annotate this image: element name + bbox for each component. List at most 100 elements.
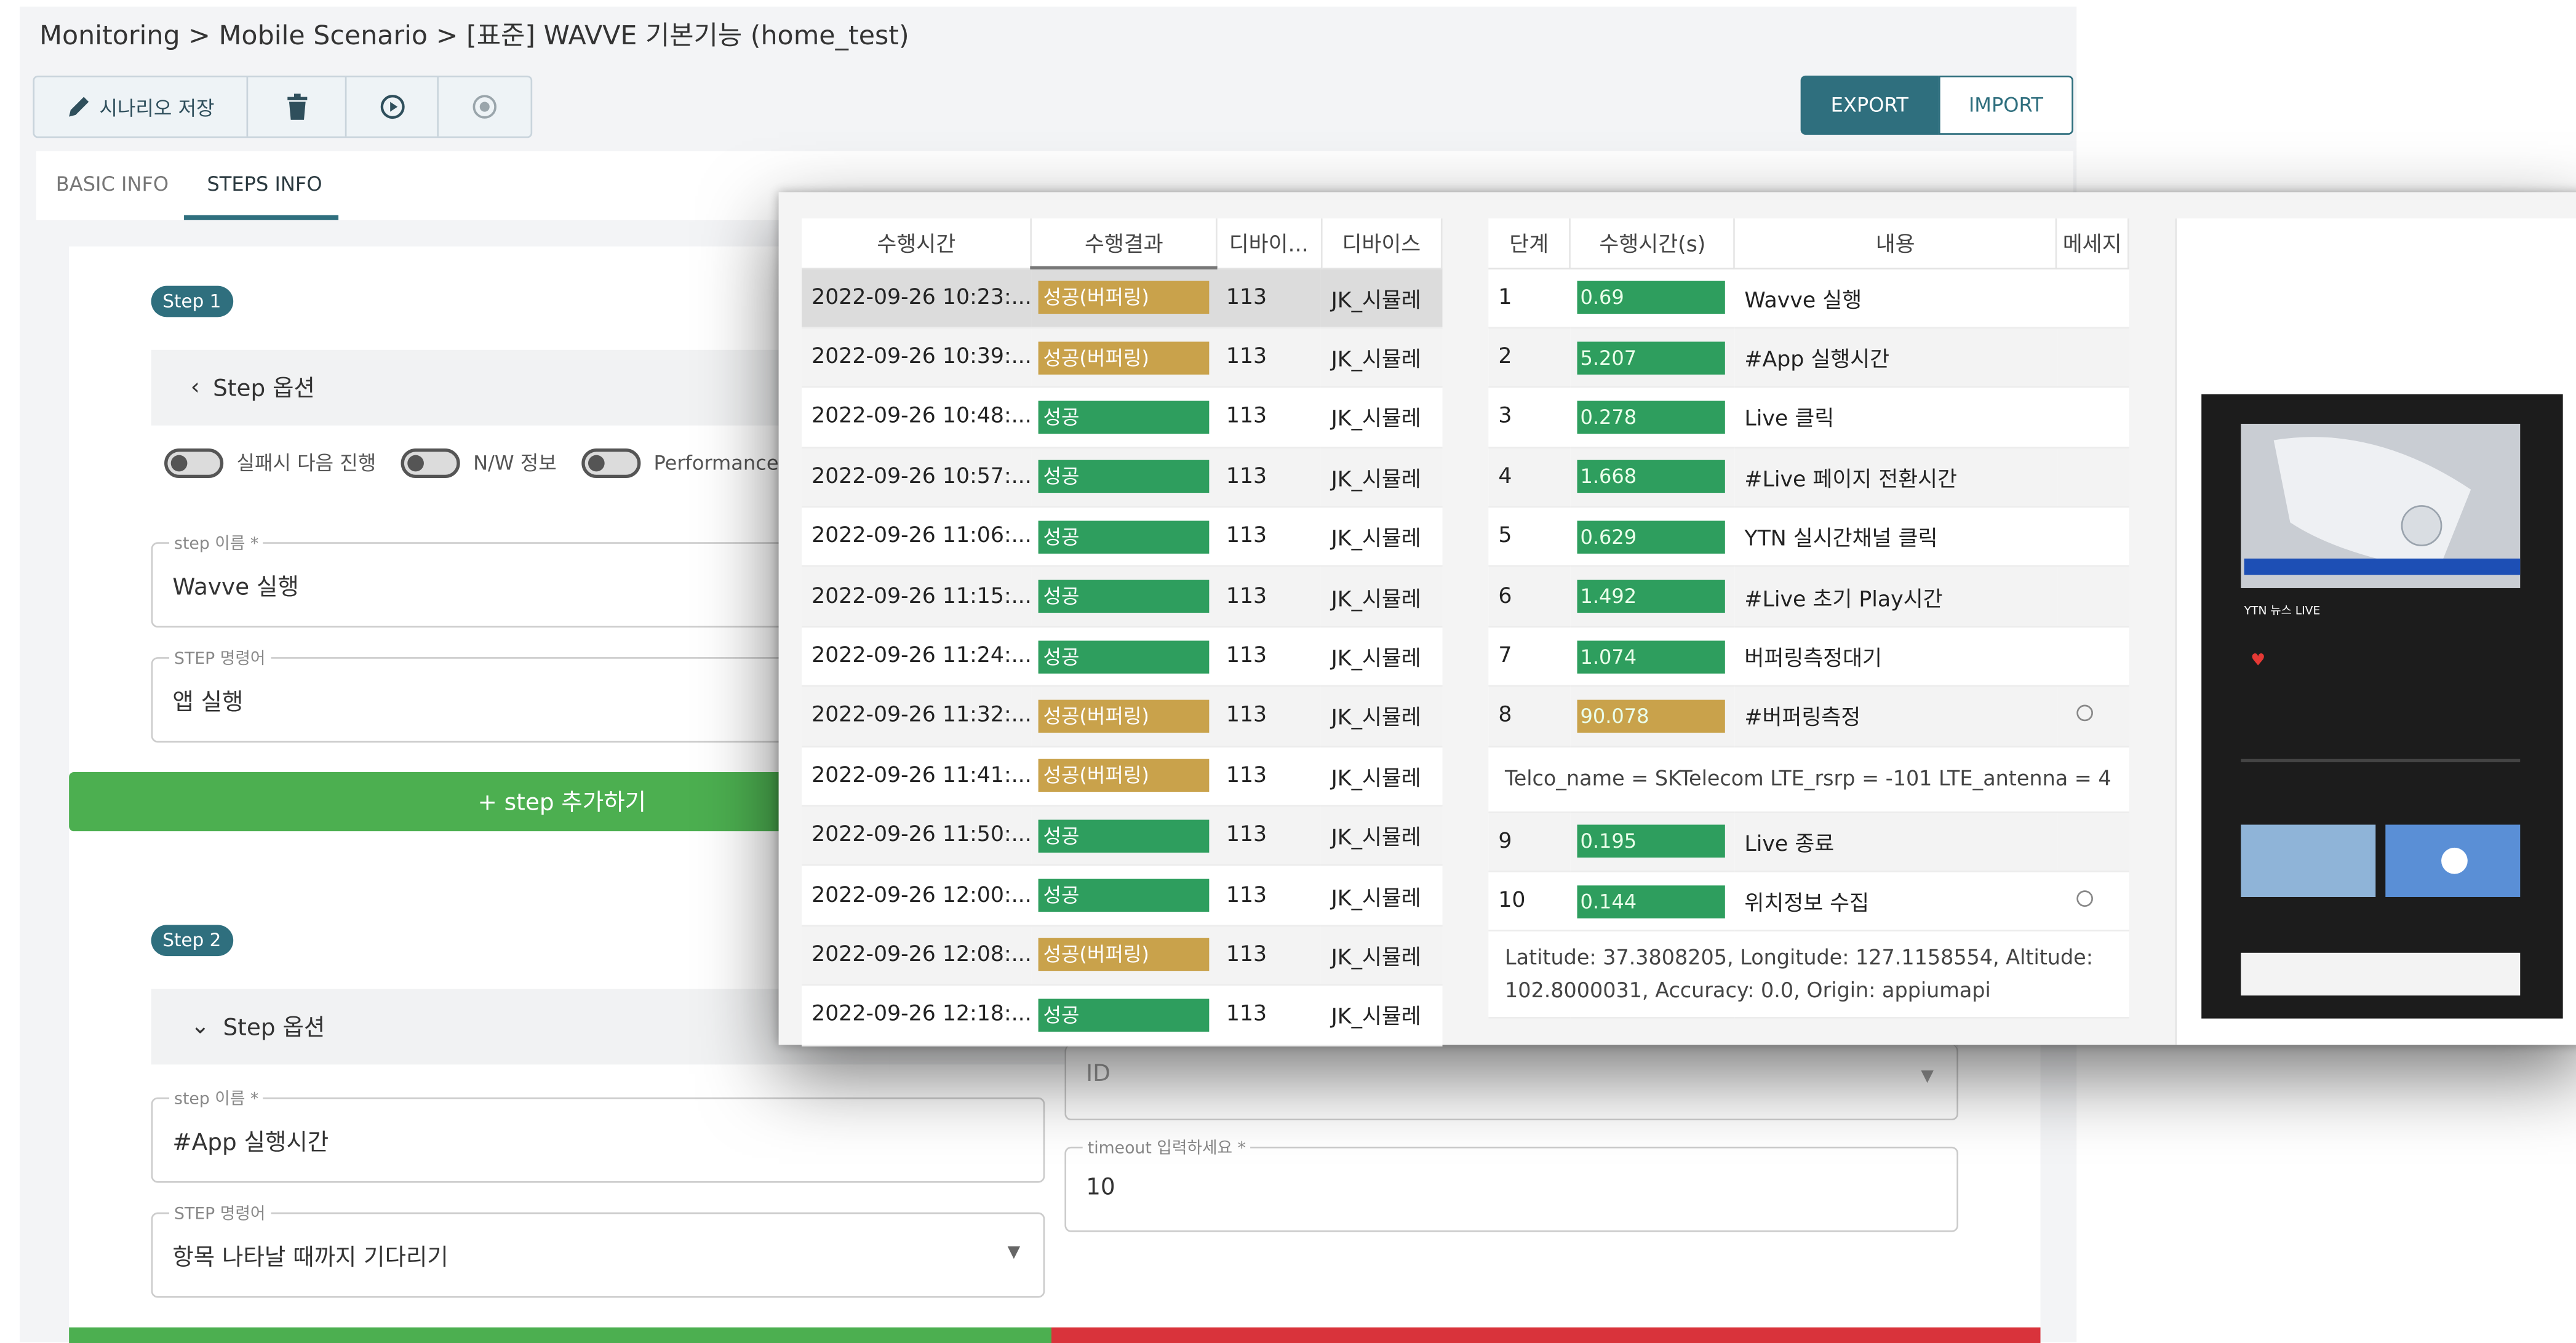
table-row[interactable]: 2022-09-26 10:48:... 성공 113 JK_시뮬레 — [802, 387, 1442, 448]
trash-icon — [286, 94, 307, 120]
table-row[interactable]: 2022-09-26 11:15:... 성공 113 JK_시뮬레 — [802, 567, 1442, 628]
field-label: timeout 입력하세요 * — [1082, 1133, 1251, 1158]
tab-basic-info[interactable]: BASIC INFO — [56, 172, 169, 195]
column-header-device[interactable]: 디바이스 — [1321, 218, 1443, 269]
cell-device-id: 113 — [1216, 327, 1322, 388]
table-row[interactable]: 2022-09-26 10:39:... 성공(버퍼링) 113 JK_시뮬레 — [802, 327, 1442, 388]
performance-toggle[interactable] — [581, 447, 641, 477]
table-row[interactable]: 2022-09-26 11:41:... 성공(버퍼링) 113 JK_시뮬레 — [802, 746, 1442, 807]
breadcrumb-monitoring[interactable]: Monitoring — [39, 20, 180, 51]
timeout-field[interactable]: timeout 입력하세요 * 10 — [1064, 1133, 1958, 1232]
step-1-command-field[interactable]: STEP 명령어 앱 실행 — [151, 644, 808, 743]
result-badge: 성공 — [1038, 520, 1210, 554]
duration-bar: 0.69 — [1577, 281, 1725, 314]
table-row[interactable]: 6 1.492 #Live 초기 Play시간 — [1488, 567, 2129, 628]
delete-step-button[interactable] — [1051, 1327, 2041, 1343]
cell-step: 2 — [1488, 327, 1571, 388]
table-row[interactable]: 4 1.668 #Live 페이지 전환시간 — [1488, 447, 2129, 508]
step-timing-table: 단계 수행시간(s) 내용 메세지 1 0.69 Wavve 실행 2 5.207 #Ap… — [1488, 218, 2129, 1019]
cell-content: #버퍼링측정 — [1734, 686, 2056, 747]
table-row[interactable]: 2022-09-26 10:23:... 성공(버퍼링) 113 JK_시뮬레 — [802, 268, 1442, 329]
step-2-command-select[interactable]: STEP 명령어 항목 나타날 때까지 기다리기 ▼ — [151, 1199, 1045, 1298]
breadcrumb-separator: > — [436, 20, 458, 51]
field-value: 항목 나타날 때까지 기다리기 — [172, 1245, 449, 1272]
table-row[interactable]: 8 90.078 #버퍼링측정 — [1488, 686, 2129, 747]
message-row: Telco_name = SKTelecom LTE_rsrp = -101 L… — [1488, 746, 2129, 813]
cell-content: YTN 실시간채널 클릭 — [1734, 506, 2056, 568]
cell-device-id: 113 — [1216, 268, 1322, 329]
table-header-row: 단계 수행시간(s) 내용 메세지 — [1488, 218, 2129, 269]
step-1-name-field[interactable]: step 이름 * Wavve 실행 — [151, 528, 808, 628]
result-badge: 성공 — [1038, 460, 1210, 494]
expand-message-icon[interactable] — [2075, 705, 2092, 722]
column-header-duration[interactable]: 수행시간(s) — [1570, 218, 1736, 269]
duration-bar: 0.629 — [1577, 520, 1725, 554]
cell-device-id: 113 — [1216, 686, 1322, 747]
export-button[interactable]: EXPORT — [1800, 75, 1939, 135]
table-row[interactable]: 9 0.195 Live 종료 — [1488, 811, 2129, 872]
device-screenshot[interactable]: YTN 뉴스 LIVE ♥ — [2201, 394, 2563, 1019]
cell-content: #Live 페이지 전환시간 — [1734, 447, 2056, 508]
thumbnail[interactable] — [2241, 824, 2376, 897]
field-value: Wavve 실행 — [172, 575, 299, 602]
result-badge: 성공(버퍼링) — [1038, 759, 1210, 792]
step-1-options-toggle[interactable]: ‹ Step 옵션 — [151, 349, 808, 426]
column-header-step[interactable]: 단계 — [1488, 218, 1571, 269]
table-row[interactable]: 2022-09-26 10:57:... 성공 113 JK_시뮬레 — [802, 447, 1442, 508]
cell-time: 2022-09-26 11:06:... — [802, 506, 1032, 568]
table-row[interactable]: 1 0.69 Wavve 실행 — [1488, 268, 2129, 329]
cell-device-id: 113 — [1216, 387, 1322, 448]
breadcrumb-mobile-scenario[interactable]: Mobile Scenario — [219, 20, 428, 51]
import-button[interactable]: IMPORT — [1938, 75, 2073, 135]
run-button[interactable] — [346, 77, 439, 137]
continue-on-fail-toggle[interactable] — [164, 447, 224, 477]
table-row[interactable]: 2022-09-26 12:00:... 성공 113 JK_시뮬레 — [802, 865, 1442, 927]
cell-device-id: 113 — [1216, 746, 1322, 807]
save-scenario-label: 시나리오 저장 — [99, 96, 215, 119]
cell-duration: 0.69 — [1570, 268, 1735, 329]
table-row[interactable]: 2022-09-26 11:24:... 성공 113 JK_시뮬레 — [802, 626, 1442, 687]
tab-steps-info[interactable]: STEPS INFO — [207, 172, 322, 195]
cell-device: JK_시뮬레 — [1321, 805, 1442, 867]
table-row[interactable]: 7 1.074 버퍼링측정대기 — [1488, 626, 2129, 687]
locator-type-select[interactable]: ID ▼ — [1064, 1045, 1958, 1121]
table-row[interactable]: 2022-09-26 12:18:... 성공 113 JK_시뮬레 — [802, 985, 1442, 1046]
column-header-message[interactable]: 메세지 — [2056, 218, 2129, 269]
heart-icon[interactable]: ♥ — [2251, 652, 2265, 670]
step-1-options-label: Step 옵션 — [213, 376, 315, 403]
cell-device-id: 113 — [1216, 985, 1322, 1046]
cell-content: Live 종료 — [1734, 811, 2056, 872]
table-row[interactable]: 2022-09-26 12:08:... 성공(버퍼링) 113 JK_시뮬레 — [802, 925, 1442, 986]
expand-message-icon[interactable] — [2075, 890, 2092, 907]
column-header-time[interactable]: 수행시간 — [802, 218, 1033, 269]
thumbnail[interactable] — [2385, 824, 2521, 897]
active-tab-indicator — [184, 215, 339, 220]
field-value: ID — [1086, 1061, 1111, 1088]
table-row[interactable]: 2 5.207 #App 실행시간 — [1488, 327, 2129, 388]
column-header-content[interactable]: 내용 — [1734, 218, 2057, 269]
message-row: Latitude: 37.3808205, Longitude: 127.115… — [1488, 931, 2129, 1019]
cell-time: 2022-09-26 10:39:... — [802, 327, 1032, 388]
step-2-name-field[interactable]: step 이름 * #App 실행시간 — [151, 1084, 1045, 1183]
cell-device: JK_시뮬레 — [1321, 686, 1442, 747]
cell-result: 성공 — [1031, 387, 1216, 448]
cell-duration: 0.144 — [1570, 871, 1735, 933]
cell-content: 위치정보 수집 — [1734, 871, 2056, 933]
delete-button[interactable] — [248, 77, 347, 137]
table-row[interactable]: 10 0.144 위치정보 수집 — [1488, 871, 2129, 933]
execution-results-table: 수행시간 수행결과 디바이... 디바이스 2022-09-26 10:23:.… — [802, 218, 1443, 1046]
cell-device-id: 113 — [1216, 506, 1322, 568]
table-row[interactable]: 2022-09-26 11:06:... 성공 113 JK_시뮬레 — [802, 506, 1442, 568]
cell-result: 성공 — [1031, 626, 1216, 687]
table-row[interactable]: 5 0.629 YTN 실시간채널 클릭 — [1488, 506, 2129, 568]
result-badge: 성공 — [1038, 401, 1210, 434]
table-row[interactable]: 3 0.278 Live 클릭 — [1488, 387, 2129, 448]
column-header-device-id[interactable]: 디바이... — [1216, 218, 1322, 269]
table-row[interactable]: 2022-09-26 11:50:... 성공 113 JK_시뮬레 — [802, 805, 1442, 867]
nw-info-toggle[interactable] — [401, 447, 460, 477]
table-row[interactable]: 2022-09-26 11:32:... 성공(버퍼링) 113 JK_시뮬레 — [802, 686, 1442, 747]
column-header-result[interactable]: 수행결과 — [1031, 218, 1218, 269]
stop-button[interactable] — [439, 78, 531, 137]
save-scenario-button[interactable]: 시나리오 저장 — [34, 77, 249, 137]
confirm-step-button[interactable] — [69, 1327, 1051, 1343]
